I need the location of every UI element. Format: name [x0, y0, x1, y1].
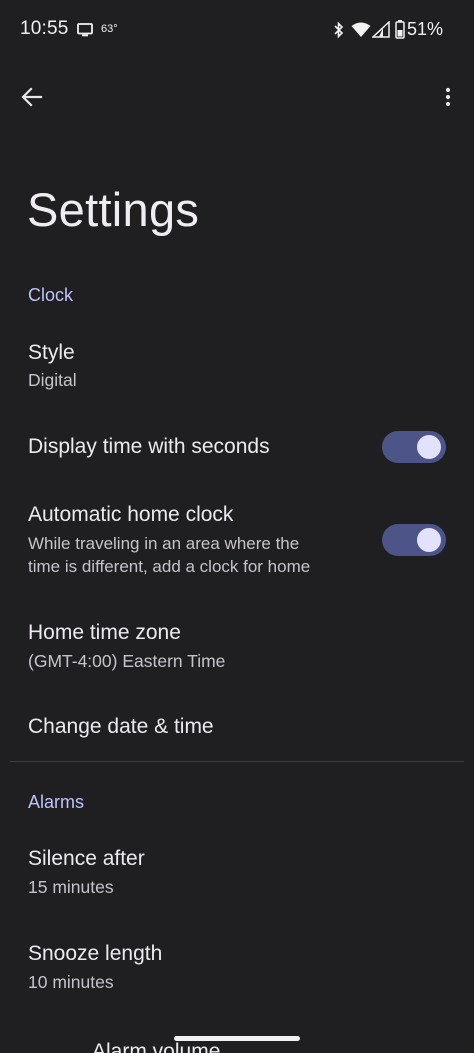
setting-silence-after[interactable]: Silence after 15 minutes: [0, 832, 474, 920]
automatic-home-clock-toggle[interactable]: [382, 524, 446, 556]
status-bar: 10:55 63° 51%: [0, 0, 474, 60]
more-vert-icon: [445, 87, 451, 107]
cell-signal-icon: [371, 20, 390, 43]
setting-snooze-length[interactable]: Snooze length 10 minutes: [0, 927, 474, 1015]
toggle-thumb: [417, 435, 441, 459]
setting-title: Home time zone: [28, 621, 181, 644]
setting-value: 10 minutes: [28, 972, 114, 992]
setting-title: Display time with seconds: [28, 435, 270, 458]
temperature: 63°: [101, 23, 118, 35]
tv-icon: [77, 23, 93, 42]
setting-change-date-time[interactable]: Change date & time: [0, 700, 474, 756]
setting-alarm-volume[interactable]: Alarm volume: [0, 1030, 474, 1053]
setting-summary-line2: time is different, add a clock for home: [28, 557, 311, 576]
battery-percent: 51%: [407, 19, 444, 39]
wifi-icon: [351, 22, 371, 43]
status-time: 10:55: [20, 18, 69, 39]
setting-style[interactable]: Style Digital: [0, 326, 474, 412]
setting-automatic-home-clock[interactable]: Automatic home clock While traveling in …: [0, 490, 474, 594]
setting-value: Digital: [28, 370, 77, 390]
section-header-clock: Clock: [28, 285, 74, 305]
gesture-home-indicator[interactable]: [174, 1036, 300, 1041]
battery-icon: [395, 20, 405, 44]
display-seconds-toggle[interactable]: [382, 431, 446, 463]
setting-title: Automatic home clock: [28, 503, 234, 526]
setting-title: Snooze length: [28, 942, 163, 965]
setting-title: Alarm volume: [92, 1040, 221, 1053]
more-options-button[interactable]: [432, 79, 464, 115]
setting-summary-line1: While traveling in an area where the: [28, 534, 300, 553]
section-header-alarms: Alarms: [28, 792, 85, 812]
setting-title: Style: [28, 341, 75, 364]
section-divider: [10, 761, 464, 762]
setting-value: 15 minutes: [28, 877, 114, 897]
toggle-thumb: [417, 528, 441, 552]
bluetooth-icon: [333, 21, 345, 44]
arrow-back-icon: [21, 87, 43, 107]
setting-value: (GMT-4:00) Eastern Time: [28, 651, 226, 671]
setting-home-time-zone[interactable]: Home time zone (GMT-4:00) Eastern Time: [0, 606, 474, 694]
setting-title: Change date & time: [28, 715, 214, 738]
setting-title: Silence after: [28, 847, 145, 870]
page-title: Settings: [27, 183, 200, 236]
setting-display-seconds[interactable]: Display time with seconds: [0, 414, 474, 482]
back-button[interactable]: [14, 79, 50, 115]
